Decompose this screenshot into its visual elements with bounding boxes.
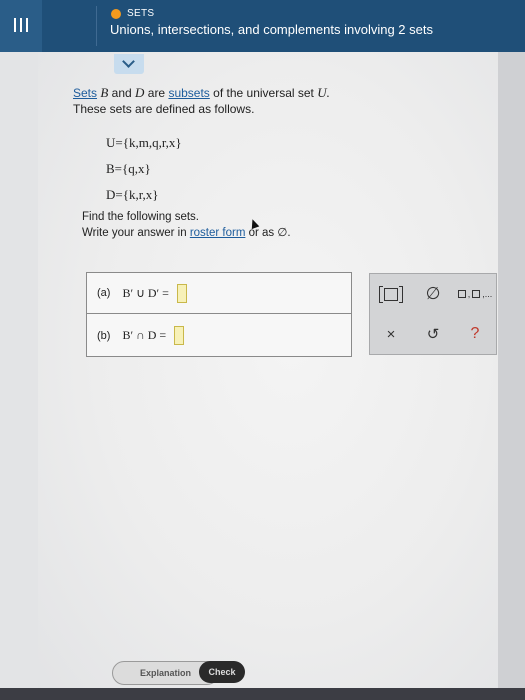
list-elements-button[interactable]: ,,... [457,282,492,306]
answer-expression-a: B′ ∪ D′ = [122,285,169,300]
subsets-link[interactable]: subsets [168,86,209,100]
intro-line-2: These sets are defined as follows. [73,102,255,116]
answer-row-b: (b) B′ ∩ D = [87,315,351,356]
collapse-toggle[interactable] [114,54,144,74]
intro-text: of the universal set [213,86,314,100]
undo-button[interactable]: ↺ [418,322,448,346]
problem-intro: Sets B and D are subsets of the universa… [73,85,330,117]
check-button[interactable]: Check [199,661,245,683]
topic-line: SETS [111,8,154,19]
instructions: Find the following sets. Write your answ… [82,209,291,241]
header-bar: SETS Unions, intersections, and compleme… [0,0,525,52]
set-u-symbol: U. [317,85,330,100]
answer-expression-b: B′ ∩ D = [122,328,167,342]
answer-input-b[interactable] [174,326,185,345]
menu-icon [14,18,16,32]
header-divider [96,6,97,46]
set-braces-button[interactable] [376,282,406,306]
problem-panel: Sets B and D are subsets of the universa… [38,52,498,700]
menu-icon-bar [26,18,28,32]
intro-text: are [147,86,166,100]
clear-button[interactable]: × [376,322,406,346]
answer-label-b: (b) [97,329,111,342]
sets-link[interactable]: Sets [73,86,97,100]
list-elements-icon: ,,... [457,289,492,299]
topic-label: SETS [127,8,155,19]
answer-row-a: (a) B′ ∪ D′ = [87,273,351,314]
instruction-text: Write your answer in [82,227,187,239]
answer-label-a: (a) [97,287,111,299]
empty-set-button[interactable]: ∅ [418,282,448,306]
set-b-definition: B={q,x} [106,161,151,176]
answer-input-a[interactable] [176,283,187,303]
answer-box: (a) B′ ∪ D′ = (b) B′ ∩ D = [86,272,352,357]
menu-icon-bar [20,18,22,32]
math-palette: ∅ ,,... × ↺ ? [369,273,497,355]
set-definitions: U={k,m,q,r,x} B={q,x} D={k,r,x} [106,130,182,208]
left-rail [0,52,39,700]
palette-row-1: ∅ ,,... [370,274,496,314]
chevron-down-icon [122,55,135,68]
help-button[interactable]: ? [460,322,490,346]
set-d-definition: D={k,r,x} [106,187,159,202]
roster-form-link[interactable]: roster form [190,227,246,239]
topic-dot-icon [111,8,121,19]
set-b-symbol: B [100,85,109,100]
right-rail [498,52,525,688]
page-title: Unions, intersections, and complements i… [110,22,433,37]
set-d-symbol: D [135,85,145,100]
menu-button[interactable] [0,0,42,52]
set-braces-icon [379,285,403,303]
intro-text: and [111,86,132,100]
bottom-strip [0,688,525,700]
palette-row-2: × ↺ ? [370,314,496,354]
instruction-text: or as ∅. [248,227,291,239]
instruction-line-1: Find the following sets. [82,211,199,223]
set-u-definition: U={k,m,q,r,x} [106,135,182,150]
